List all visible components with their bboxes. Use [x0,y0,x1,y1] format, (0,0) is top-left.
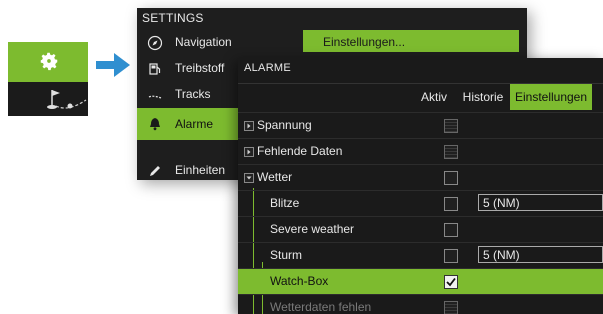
bell-icon [150,118,160,131]
sidebar-item-navigation[interactable]: Navigation [137,30,303,56]
alarm-checkbox[interactable] [444,249,458,263]
collapse-icon[interactable] [244,173,254,183]
sidebar-item-label: Einheiten [175,163,226,177]
alarm-checkbox[interactable] [444,197,458,211]
tab-einstellungen[interactable]: Einstellungen [510,84,592,110]
alarm-row-label: Sturm [270,248,303,262]
alarm-checkbox[interactable] [444,223,458,237]
alarm-row-label: Fehlende Daten [257,144,343,158]
tracks-icon [148,95,162,99]
distance-input[interactable]: 5 (NM) [478,194,603,211]
tab-bar: Aktiv Historie Einstellungen [238,83,603,110]
alarm-row-severe-weather[interactable]: Severe weather [238,216,603,242]
alarm-row-sturm[interactable]: Sturm 5 (NM) [238,242,603,268]
sidebar-item-label: Alarme [175,117,214,131]
settings-tile[interactable] [8,42,88,82]
alarm-row-fehlende-daten[interactable]: Fehlende Daten [238,138,603,164]
sidebar-item-label: Navigation [175,35,232,49]
navigation-tile[interactable] [8,82,88,116]
alarm-row-label: Wetterdaten fehlen [270,300,372,314]
compass-icon [147,35,163,51]
alarm-row-label: Spannung [257,118,312,132]
alarm-row-label: Wetter [257,170,293,184]
alarm-row-blitze[interactable]: Blitze 5 (NM) [238,190,603,216]
expand-icon[interactable] [244,121,254,131]
pencil-icon [150,166,160,176]
alarm-row-spannung[interactable]: Spannung [238,112,603,138]
tab-aktiv[interactable]: Aktiv [414,84,454,110]
alarm-checkbox-checked[interactable] [444,275,458,289]
alarm-row-wetterdaten-fehlen[interactable]: Wetterdaten fehlen [238,294,603,314]
sidebar-item-label: Treibstoff [175,61,225,75]
alarm-dialog: ALARME Aktiv Historie Einstellungen Span… [238,58,603,314]
alarm-row-label: Severe weather [270,222,355,236]
alarm-checkbox[interactable] [444,171,458,185]
dialog-title: ALARME [244,62,292,74]
distance-input[interactable]: 5 (NM) [478,246,603,263]
sidebar-item-label: Tracks [175,87,211,101]
arrow-right-icon [96,53,130,77]
settings-detail-label: Einstellungen... [323,35,406,49]
tab-historie[interactable]: Historie [456,84,510,110]
alarm-checkbox-disabled [444,145,458,159]
settings-title: SETTINGS [142,11,204,25]
alarm-checkbox-disabled [444,301,458,314]
gear-icon [40,52,58,71]
alarm-row-watch-box[interactable]: Watch-Box [238,268,603,294]
alarm-row-wetter[interactable]: Wetter [238,164,603,190]
alarm-row-label: Blitze [270,196,300,210]
alarm-checkbox-disabled [444,119,458,133]
alarm-row-label: Watch-Box [270,274,329,288]
settings-detail-item[interactable]: Einstellungen... [303,30,519,52]
expand-icon[interactable] [244,147,254,157]
fuel-icon [149,63,161,75]
waypoint-route-icon [47,90,87,109]
checkmark-icon [446,277,456,287]
